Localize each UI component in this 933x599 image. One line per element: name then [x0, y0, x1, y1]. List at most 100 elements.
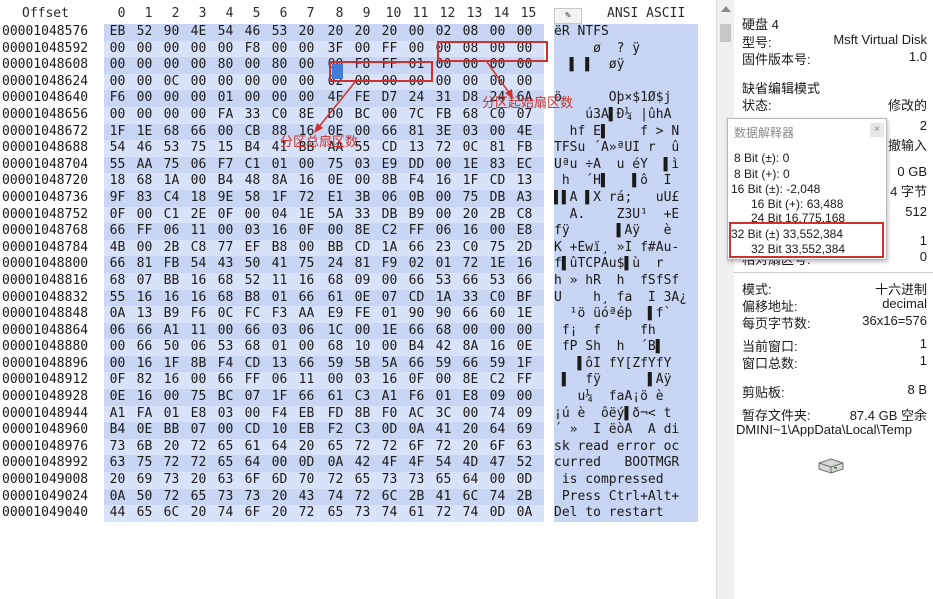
byte-cell[interactable]: B4: [212, 173, 239, 190]
byte-cell[interactable]: 65: [322, 505, 349, 522]
byte-cell[interactable]: 09: [511, 406, 538, 423]
byte-cell[interactable]: 20: [185, 505, 212, 522]
byte-cell[interactable]: 58: [239, 190, 266, 207]
byte-cell[interactable]: C1: [158, 207, 185, 224]
byte-cell[interactable]: 8B: [349, 406, 376, 423]
byte-cell[interactable]: 52: [131, 24, 158, 41]
byte-cell[interactable]: FB: [158, 256, 185, 273]
byte-cell[interactable]: 61: [403, 505, 430, 522]
text-row[interactable]: Uªu ÷Á u éÝ ▌ì: [554, 156, 698, 174]
byte-cell[interactable]: 00: [104, 74, 131, 91]
byte-cell[interactable]: 20: [266, 489, 293, 506]
byte-cell[interactable]: 74: [376, 505, 403, 522]
byte-cell[interactable]: 00: [239, 207, 266, 224]
byte-cell[interactable]: 00: [511, 389, 538, 406]
byte-cell[interactable]: 74: [322, 489, 349, 506]
byte-cell[interactable]: 55: [104, 290, 131, 307]
text-row[interactable]: ▌ fÿ ▌Âÿ: [554, 372, 698, 390]
byte-cell[interactable]: 0E: [511, 339, 538, 356]
byte-cell[interactable]: 0E: [131, 422, 158, 439]
byte-cell[interactable]: B9: [403, 207, 430, 224]
byte-cell[interactable]: E8: [185, 406, 212, 423]
byte-cell[interactable]: 73: [403, 472, 430, 489]
byte-cell[interactable]: FA: [212, 107, 239, 124]
byte-cell[interactable]: 00: [457, 323, 484, 340]
byte-cell[interactable]: DD: [403, 157, 430, 174]
text-row[interactable]: h » hR h fSfSf: [554, 272, 698, 290]
byte-cell[interactable]: 1E: [293, 207, 320, 224]
byte-cell[interactable]: 75: [185, 140, 212, 157]
byte-cell[interactable]: 00: [349, 323, 376, 340]
byte-cell[interactable]: 0A: [104, 306, 131, 323]
byte-cell[interactable]: FB: [430, 107, 457, 124]
byte-cell[interactable]: 72: [349, 489, 376, 506]
byte-cell[interactable]: 03: [457, 124, 484, 141]
byte-cell[interactable]: 75: [131, 455, 158, 472]
byte-cell[interactable]: 75: [185, 389, 212, 406]
byte-cell[interactable]: FF: [376, 41, 403, 58]
byte-cell[interactable]: 3C: [430, 406, 457, 423]
byte-cell[interactable]: 00: [376, 273, 403, 290]
byte-cell[interactable]: 11: [185, 223, 212, 240]
byte-cell[interactable]: 00: [185, 173, 212, 190]
byte-cell[interactable]: 66: [212, 372, 239, 389]
text-row[interactable]: U h¸ fa Í 3À¿: [554, 289, 698, 307]
byte-cell[interactable]: 63: [104, 455, 131, 472]
byte-cell[interactable]: 16: [266, 223, 293, 240]
byte-cell[interactable]: 3F: [322, 41, 349, 58]
byte-cell[interactable]: CD: [484, 173, 511, 190]
vertical-scrollbar[interactable]: [716, 0, 734, 599]
byte-cell[interactable]: 06: [376, 190, 403, 207]
byte-cell[interactable]: 06: [185, 157, 212, 174]
text-row[interactable]: ▌ ▌ øÿ: [554, 57, 698, 74]
byte-cell[interactable]: 72: [185, 455, 212, 472]
byte-cell[interactable]: 00: [185, 372, 212, 389]
byte-cell[interactable]: 41: [430, 422, 457, 439]
byte-cell[interactable]: 90: [430, 306, 457, 323]
byte-cell[interactable]: 0A: [322, 455, 349, 472]
byte-cell[interactable]: 00: [266, 90, 293, 107]
byte-cell[interactable]: 1F: [457, 173, 484, 190]
text-row[interactable]: Á. Z3Û¹ +È: [554, 206, 698, 224]
byte-cell[interactable]: 68: [322, 273, 349, 290]
byte-cell[interactable]: 68: [430, 323, 457, 340]
byte-cell[interactable]: 31: [430, 90, 457, 107]
byte-cell[interactable]: 06: [158, 223, 185, 240]
byte-cell[interactable]: 00: [293, 41, 320, 58]
byte-cell[interactable]: 50: [158, 339, 185, 356]
byte-cell[interactable]: 07: [185, 422, 212, 439]
text-row[interactable]: ú3À▌Ð¼ |ûhÀ: [554, 106, 698, 124]
byte-cell[interactable]: FF: [403, 223, 430, 240]
byte-cell[interactable]: 48: [239, 173, 266, 190]
byte-cell[interactable]: EB: [293, 406, 320, 423]
byte-cell[interactable]: 00: [104, 339, 131, 356]
byte-cell[interactable]: 0F: [104, 207, 131, 224]
text-row[interactable]: Del to restart: [554, 505, 698, 522]
byte-cell[interactable]: 16: [293, 273, 320, 290]
byte-cell[interactable]: 00: [266, 74, 293, 91]
text-row[interactable]: h ´H▌ ▌ô Í: [554, 173, 698, 190]
byte-cell[interactable]: 65: [349, 472, 376, 489]
byte-cell[interactable]: 00: [322, 223, 349, 240]
byte-cell[interactable]: 00: [511, 323, 538, 340]
byte-cell[interactable]: 66: [403, 240, 430, 257]
byte-cell[interactable]: 6C: [158, 505, 185, 522]
byte-cell[interactable]: 16: [131, 290, 158, 307]
byte-cell[interactable]: 47: [484, 455, 511, 472]
byte-cell[interactable]: 90: [403, 306, 430, 323]
byte-cell[interactable]: C1: [239, 157, 266, 174]
byte-cell[interactable]: 00: [430, 74, 457, 91]
byte-cell[interactable]: 41: [430, 489, 457, 506]
byte-cell[interactable]: 00: [293, 57, 320, 74]
byte-cell[interactable]: 20: [185, 472, 212, 489]
byte-cell[interactable]: 16: [185, 290, 212, 307]
byte-cell[interactable]: 66: [104, 256, 131, 273]
byte-cell[interactable]: 65: [212, 455, 239, 472]
byte-cell[interactable]: 16: [185, 273, 212, 290]
byte-cell[interactable]: 4F: [376, 455, 403, 472]
text-row[interactable]: Press Ctrl+Alt+: [554, 488, 698, 506]
byte-cell[interactable]: 03: [349, 372, 376, 389]
text-row[interactable]: f¡ f fh: [554, 322, 698, 340]
byte-cell[interactable]: B8: [266, 240, 293, 257]
byte-cell[interactable]: 72: [376, 439, 403, 456]
